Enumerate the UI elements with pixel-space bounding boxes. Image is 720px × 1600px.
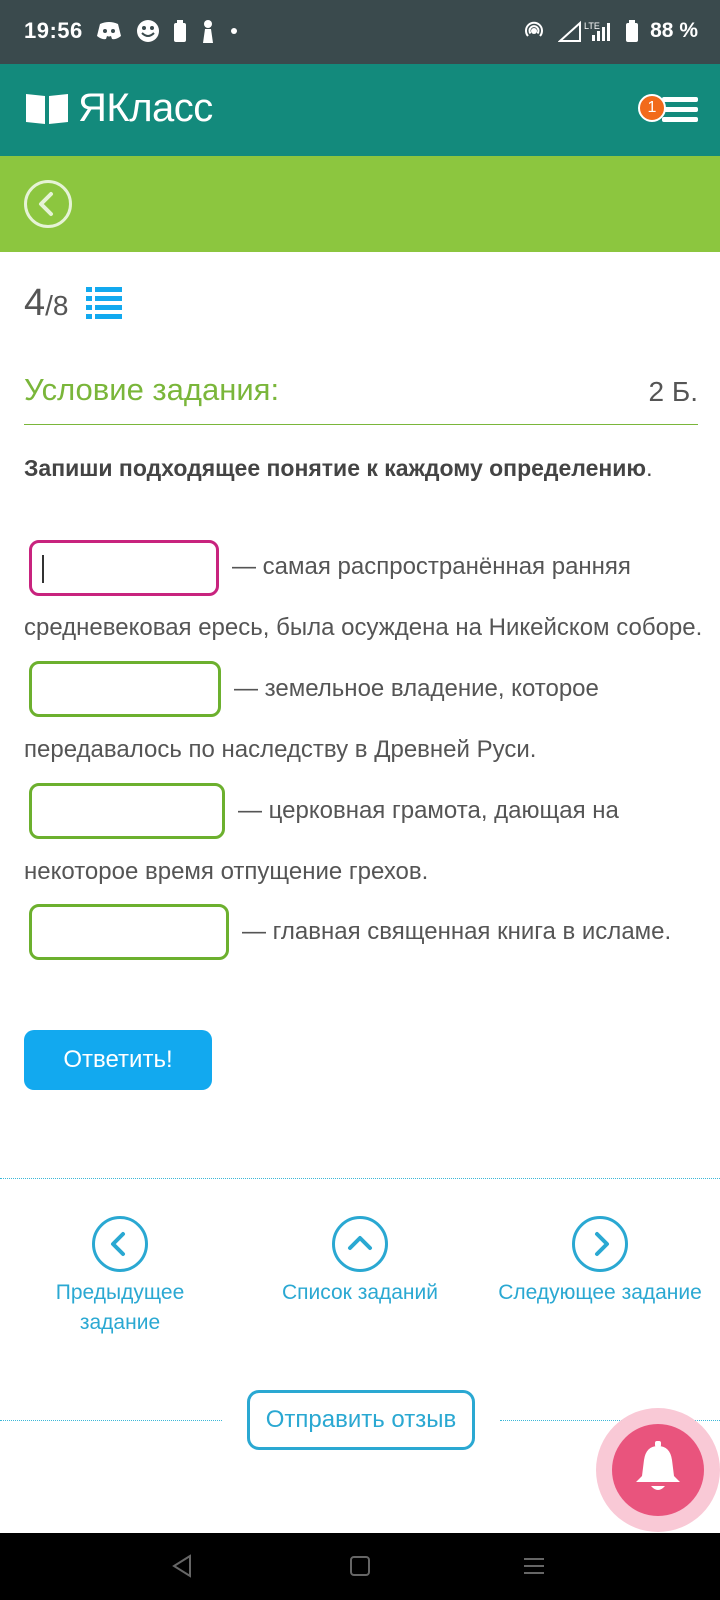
question-3-text-line2: некоторое время отпущение грехов. bbox=[24, 858, 429, 885]
answer-input-3[interactable] bbox=[29, 783, 225, 839]
question-1-text-line2: средневековая ересь, была осуждена на Ни… bbox=[24, 614, 703, 641]
question-2-text-line2: передавалось по наследству в Древней Рус… bbox=[24, 736, 537, 763]
discord-icon bbox=[97, 22, 121, 40]
battery-icon bbox=[626, 20, 639, 42]
status-icons-left bbox=[96, 16, 238, 46]
status-time: 19:56 bbox=[24, 18, 83, 43]
prev-task-label-2: задание bbox=[79, 1311, 161, 1334]
task-separator: / bbox=[45, 290, 53, 321]
battery-saver-icon bbox=[174, 20, 186, 42]
hotspot-icon bbox=[525, 21, 544, 37]
task-list-label: Список заданий bbox=[281, 1281, 438, 1304]
system-nav-bar bbox=[0, 1533, 720, 1600]
condition-title: Условие задания: bbox=[24, 372, 280, 407]
next-task-label: Следующее задание bbox=[498, 1281, 702, 1304]
chevron-left-icon bbox=[39, 192, 53, 216]
divider bbox=[0, 1178, 720, 1179]
task-list-link[interactable]: Список заданий bbox=[240, 1216, 480, 1308]
recents-nav-icon[interactable] bbox=[522, 1555, 546, 1577]
question-3-text-line1: — церковная грамота, дающая на bbox=[238, 797, 619, 824]
battery-percent: 88 % bbox=[650, 19, 698, 42]
divider-left bbox=[0, 1420, 222, 1421]
svg-text:LTE: LTE bbox=[584, 21, 600, 31]
feedback-button[interactable]: Отправить отзыв bbox=[247, 1390, 475, 1450]
condition-points: 2 Б. bbox=[648, 376, 698, 407]
hamburger-icon bbox=[662, 97, 698, 102]
question-2-text-line1: — земельное владение, которое bbox=[234, 675, 599, 702]
task-instruction: Запиши подходящее понятие к каждому опре… bbox=[24, 455, 652, 482]
notification-badge: 1 bbox=[638, 94, 666, 122]
chevron-left-icon bbox=[92, 1216, 148, 1272]
task-list-icon[interactable] bbox=[86, 286, 122, 320]
book-logo-icon bbox=[26, 94, 68, 124]
task-counter: 4/8 bbox=[24, 282, 69, 332]
chevron-right-icon bbox=[572, 1216, 628, 1272]
back-nav-icon[interactable] bbox=[170, 1553, 194, 1579]
condition-divider bbox=[24, 424, 698, 425]
chevron-up-icon bbox=[332, 1216, 388, 1272]
menu-button[interactable]: 1 bbox=[638, 90, 698, 130]
prev-task-label-1: Предыдущее bbox=[55, 1281, 185, 1304]
sub-header bbox=[0, 156, 720, 252]
status-bar: 19:56 LTE 88 % bbox=[0, 0, 720, 64]
answer-input-2[interactable] bbox=[29, 661, 221, 717]
hamburger-icon-bar bbox=[662, 107, 698, 112]
lte-signal-icon: LTE bbox=[558, 20, 611, 42]
prev-task-link[interactable]: Предыдущее задание bbox=[0, 1216, 240, 1338]
next-task-link[interactable]: Следующее задание bbox=[480, 1216, 720, 1308]
logo[interactable]: ЯКласс bbox=[24, 86, 213, 130]
app-header: ЯКласс 1 bbox=[0, 64, 720, 156]
back-button[interactable] bbox=[24, 180, 72, 228]
task-current: 4 bbox=[24, 282, 46, 324]
answer-input-1[interactable] bbox=[29, 540, 219, 596]
smiley-icon bbox=[137, 20, 159, 42]
text-caret bbox=[42, 555, 44, 583]
home-nav-icon[interactable] bbox=[349, 1555, 371, 1577]
task-instruction-text: Запиши подходящее понятие к каждому опре… bbox=[24, 455, 647, 481]
logo-text: ЯКласс bbox=[78, 85, 213, 130]
dot-icon bbox=[231, 28, 237, 34]
answer-input-4[interactable] bbox=[29, 904, 229, 960]
task-total: 8 bbox=[52, 290, 69, 321]
question-1-text-line1: — самая распространённая ранняя bbox=[232, 553, 631, 580]
task-instruction-period: . bbox=[646, 455, 653, 481]
figure-icon bbox=[203, 20, 213, 43]
bell-icon bbox=[636, 1441, 680, 1490]
submit-button[interactable]: Ответить! bbox=[24, 1030, 212, 1090]
notification-bell-button[interactable] bbox=[612, 1424, 704, 1516]
status-icons-right: LTE 88 % bbox=[522, 16, 698, 46]
question-4-text-line1: — главная священная книга в исламе. bbox=[242, 918, 672, 945]
hamburger-icon-bar bbox=[662, 117, 698, 122]
